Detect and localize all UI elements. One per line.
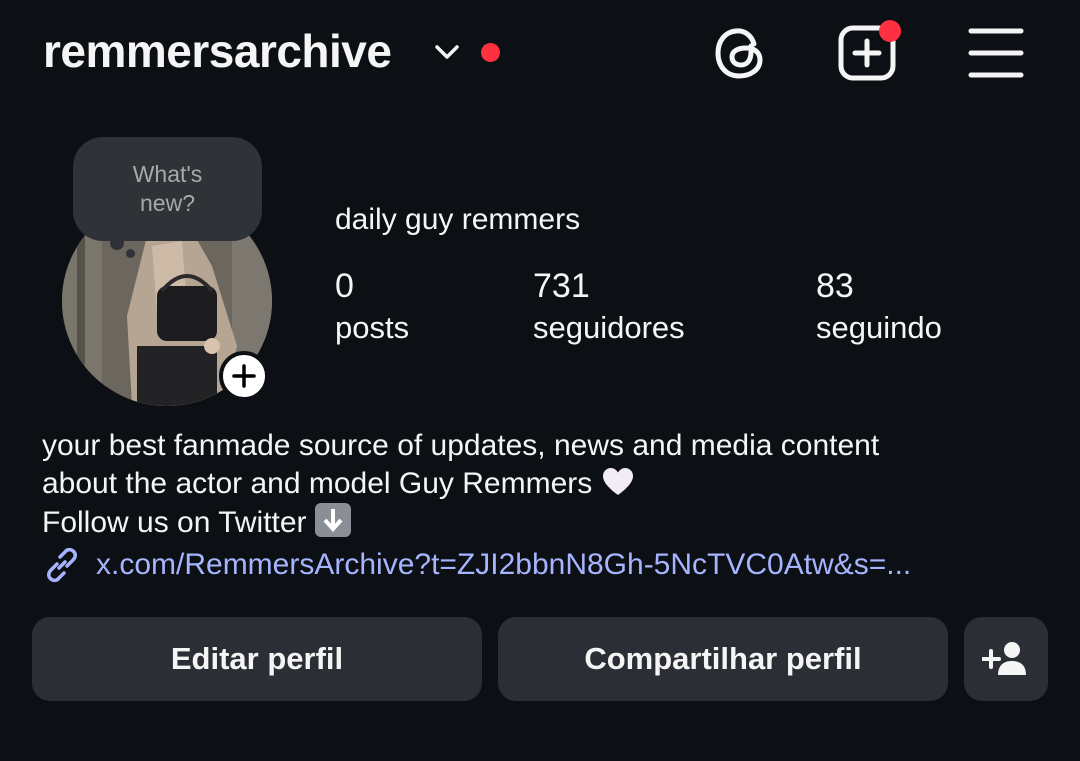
whats-new-note-bubble[interactable]: What's new? bbox=[73, 137, 262, 241]
down-arrow-emoji bbox=[314, 503, 351, 537]
stat-posts[interactable]: 0 posts bbox=[335, 266, 409, 350]
notification-dot bbox=[481, 43, 500, 62]
bubble-tail bbox=[110, 236, 124, 250]
following-label: seguindo bbox=[816, 310, 942, 345]
posts-count: 0 bbox=[335, 267, 354, 305]
account-switcher-username[interactable]: remmersarchive bbox=[43, 24, 392, 78]
bio-line-3: Follow us on Twitter bbox=[42, 503, 1052, 542]
add-user-icon bbox=[982, 642, 1026, 675]
edit-profile-button[interactable]: Editar perfil bbox=[32, 617, 482, 701]
plus-icon bbox=[232, 364, 256, 388]
add-story-button[interactable] bbox=[219, 351, 269, 401]
threads-icon[interactable] bbox=[710, 22, 772, 84]
chevron-down-icon[interactable] bbox=[432, 40, 462, 64]
discover-people-button[interactable] bbox=[964, 617, 1048, 701]
share-profile-button[interactable]: Compartilhar perfil bbox=[498, 617, 948, 701]
link-icon bbox=[47, 547, 77, 583]
white-heart-emoji bbox=[602, 468, 633, 495]
bio-line-3-text: Follow us on Twitter bbox=[42, 506, 307, 539]
top-bar: remmersarchive bbox=[0, 0, 1080, 110]
followers-count: 731 bbox=[533, 267, 590, 305]
posts-label: posts bbox=[335, 310, 410, 345]
display-name: daily guy remmers bbox=[335, 203, 581, 236]
note-line-1: What's bbox=[132, 161, 203, 187]
bio-line-1: your best fanmade source of updates, new… bbox=[42, 429, 880, 462]
profile-bio: your best fanmade source of updates, new… bbox=[42, 427, 1052, 542]
bio-link-text[interactable]: x.com/RemmersArchive?t=ZJI2bbnN8Gh-5NcTV… bbox=[96, 548, 911, 582]
create-notification-dot bbox=[879, 20, 901, 42]
note-line-2: new? bbox=[140, 190, 195, 216]
following-count: 83 bbox=[816, 267, 854, 305]
bio-line-2-text: about the actor and model Guy Remmers bbox=[42, 467, 593, 500]
bio-line-2: about the actor and model Guy Remmers bbox=[42, 465, 1052, 503]
followers-label: seguidores bbox=[533, 310, 685, 345]
stat-followers[interactable]: 731 seguidores bbox=[533, 266, 685, 350]
menu-icon[interactable] bbox=[964, 22, 1026, 84]
bubble-tail-small bbox=[126, 249, 135, 258]
bio-link[interactable]: x.com/RemmersArchive?t=ZJI2bbnN8Gh-5NcTV… bbox=[42, 543, 911, 587]
stat-following[interactable]: 83 seguindo bbox=[816, 266, 942, 350]
